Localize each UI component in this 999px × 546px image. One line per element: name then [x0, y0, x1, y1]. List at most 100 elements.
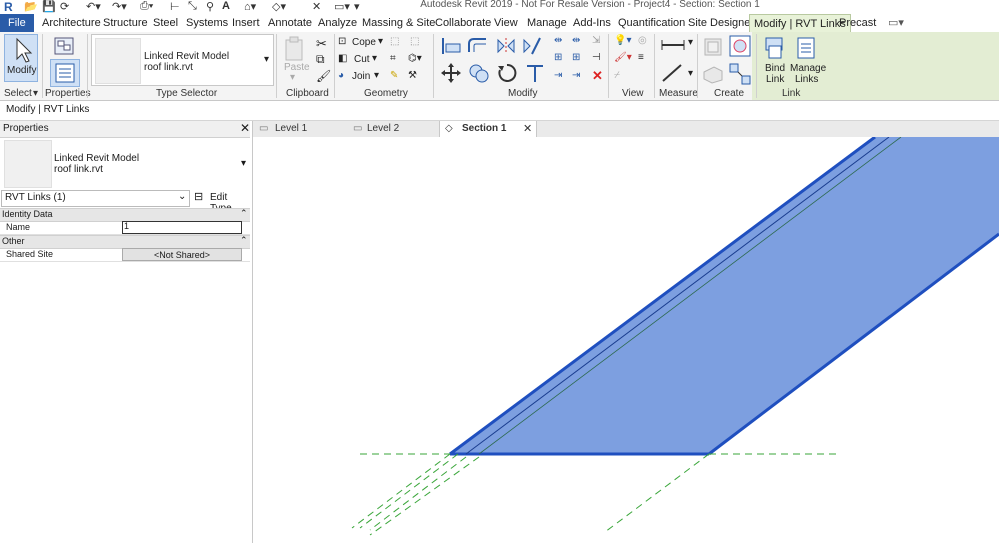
measure-between-icon[interactable]	[660, 38, 686, 52]
manage-links-label-2[interactable]: Links	[795, 74, 818, 85]
paste-dropdown-icon[interactable]: ▾	[290, 72, 295, 83]
revit-logo-icon[interactable]: R	[4, 0, 13, 14]
measure-dropdown-icon[interactable]: ▾	[688, 37, 693, 48]
redo-icon[interactable]: ↷▾	[112, 0, 127, 13]
drawing-area[interactable]	[253, 135, 999, 543]
tab-level-2[interactable]: ▭ Level 2	[349, 121, 437, 137]
mirror-draw-axis-icon[interactable]	[520, 36, 544, 56]
tab-collaborate[interactable]: Collaborate	[435, 14, 491, 32]
scale-icon[interactable]: ⊞	[572, 52, 580, 63]
sync-icon[interactable]: ⟳	[60, 0, 69, 13]
paste-icon[interactable]	[284, 36, 306, 62]
tab-insert[interactable]: Insert	[232, 14, 260, 32]
create-similar-icon[interactable]	[728, 34, 752, 58]
trim-single-icon[interactable]: ⇥	[554, 70, 562, 81]
trim-multiple-icon[interactable]: ⇥	[572, 70, 580, 81]
tab-section-1[interactable]: ◇ Section 1 ✕	[439, 121, 537, 138]
type-properties-icon[interactable]	[52, 36, 76, 56]
pin-icon[interactable]: ⇲	[592, 35, 600, 46]
group-header-other[interactable]: Other ⌃	[0, 235, 250, 249]
manage-links-icon[interactable]	[795, 36, 817, 60]
override-graphics-icon[interactable]: 🖌▾	[614, 52, 632, 63]
cope-icon[interactable]: ⊡	[338, 36, 346, 47]
close-icon[interactable]: ✕	[240, 121, 250, 135]
tab-view[interactable]: View	[494, 14, 518, 32]
create-parts-icon[interactable]	[702, 64, 724, 84]
instance-filter-dropdown[interactable]: RVT Links (1) ⌄	[1, 190, 190, 207]
copy-icon[interactable]: ⧉	[316, 52, 325, 67]
3d-view-icon[interactable]: ⌂▾	[244, 0, 256, 13]
split-face-icon[interactable]: ⬚	[410, 36, 419, 47]
wall-joins-icon[interactable]: ⬚	[390, 36, 399, 47]
cut-icon[interactable]: ✂	[316, 36, 327, 52]
tag-icon[interactable]: ⚲	[206, 0, 214, 13]
tab-precast[interactable]: Precast	[839, 14, 876, 32]
type-selector-dropdown-icon[interactable]: ▾	[264, 54, 269, 65]
bind-link-label-2[interactable]: Link	[766, 74, 784, 85]
tab-systems[interactable]: Systems	[186, 14, 228, 32]
move-icon[interactable]	[440, 62, 462, 84]
tab-annotate[interactable]: Annotate	[268, 14, 312, 32]
beam-join-icon[interactable]: ⌗	[390, 53, 396, 64]
tab-add-ins[interactable]: Add-Ins	[573, 14, 611, 32]
measure-icon[interactable]: ⊢	[170, 0, 180, 13]
trim-extend-icon[interactable]	[524, 62, 546, 84]
type-preview[interactable]: Linked Revit Model roof link.rvt ▾	[0, 139, 250, 189]
text-icon[interactable]: A	[222, 0, 230, 12]
tab-manage[interactable]: Manage	[527, 14, 567, 32]
view-filter-icon[interactable]: ⌿	[614, 70, 620, 81]
join-icon[interactable]: ◕	[338, 70, 344, 81]
paint-icon[interactable]: ✎	[390, 70, 398, 81]
save-icon[interactable]: 💾	[42, 0, 56, 13]
shared-site-button[interactable]: <Not Shared>	[122, 248, 242, 261]
tab-massing-site[interactable]: Massing & Site	[362, 14, 435, 32]
unpin-icon[interactable]: ⊣	[592, 52, 601, 63]
tab-modify-rvt-links[interactable]: Modify | RVT Links	[749, 14, 851, 32]
edit-type-icon[interactable]: ⊟	[194, 190, 203, 203]
dimension-dropdown-icon[interactable]: ▾	[688, 68, 693, 79]
print-icon[interactable]: ⎙▾	[140, 0, 153, 13]
split-gap-icon[interactable]: ⇹	[572, 35, 580, 46]
modify-button[interactable]: Modify	[4, 34, 38, 82]
close-tab-icon[interactable]: ✕	[523, 121, 532, 137]
undo-icon[interactable]: ↶▾	[86, 0, 101, 13]
create-group-icon[interactable]	[728, 62, 752, 86]
ribbon-options-icon[interactable]: ▭▾	[888, 14, 904, 32]
select-panel-label[interactable]: Select	[4, 88, 32, 99]
bind-link-label-1[interactable]: Bind	[765, 63, 785, 74]
cut-geometry-icon[interactable]: ◧	[338, 53, 347, 64]
manage-links-label-1[interactable]: Manage	[790, 63, 826, 74]
offset-icon[interactable]	[466, 36, 490, 56]
tab-analyze[interactable]: Analyze	[318, 14, 357, 32]
tab-structure[interactable]: Structure	[103, 14, 148, 32]
create-assembly-icon[interactable]	[702, 36, 724, 58]
aligned-dimension-icon[interactable]	[660, 62, 686, 84]
tab-architecture[interactable]: Architecture	[42, 14, 101, 32]
dimension-icon[interactable]: ⤡	[188, 0, 197, 13]
delete-icon[interactable]: ✕	[592, 68, 603, 84]
tab-file[interactable]: File	[0, 14, 34, 32]
tab-site-designer[interactable]: Site Designer	[688, 14, 754, 32]
collapse-icon[interactable]: ⌃	[240, 235, 248, 246]
name-field[interactable]: 1	[122, 221, 242, 234]
select-dropdown-icon[interactable]: ▾	[33, 88, 38, 99]
demolish-icon[interactable]: ⌬▾	[408, 53, 422, 64]
copy-element-icon[interactable]	[468, 62, 490, 84]
hammer-icon[interactable]: ⚒	[408, 70, 417, 81]
properties-button[interactable]	[50, 59, 80, 87]
split-element-icon[interactable]: ⇹	[554, 35, 562, 46]
tab-steel[interactable]: Steel	[153, 14, 178, 32]
linework-icon[interactable]: ≡	[638, 52, 644, 63]
cut-dropdown-icon[interactable]: ▾	[372, 53, 377, 64]
match-properties-icon[interactable]: 🖌	[316, 69, 331, 83]
tab-level-1[interactable]: ▭ Level 1	[255, 121, 347, 137]
align-icon[interactable]	[440, 36, 462, 56]
mirror-pick-axis-icon[interactable]	[494, 36, 516, 56]
cut-label[interactable]: Cut	[354, 54, 370, 65]
roof-element[interactable]	[449, 135, 999, 456]
rotate-icon[interactable]	[496, 62, 518, 84]
type-preview-dropdown-icon[interactable]: ▾	[241, 158, 246, 169]
group-header-identity-data[interactable]: Identity Data ⌃	[0, 208, 250, 222]
join-dropdown-icon[interactable]: ▾	[374, 70, 379, 81]
bind-link-icon[interactable]	[763, 36, 785, 60]
